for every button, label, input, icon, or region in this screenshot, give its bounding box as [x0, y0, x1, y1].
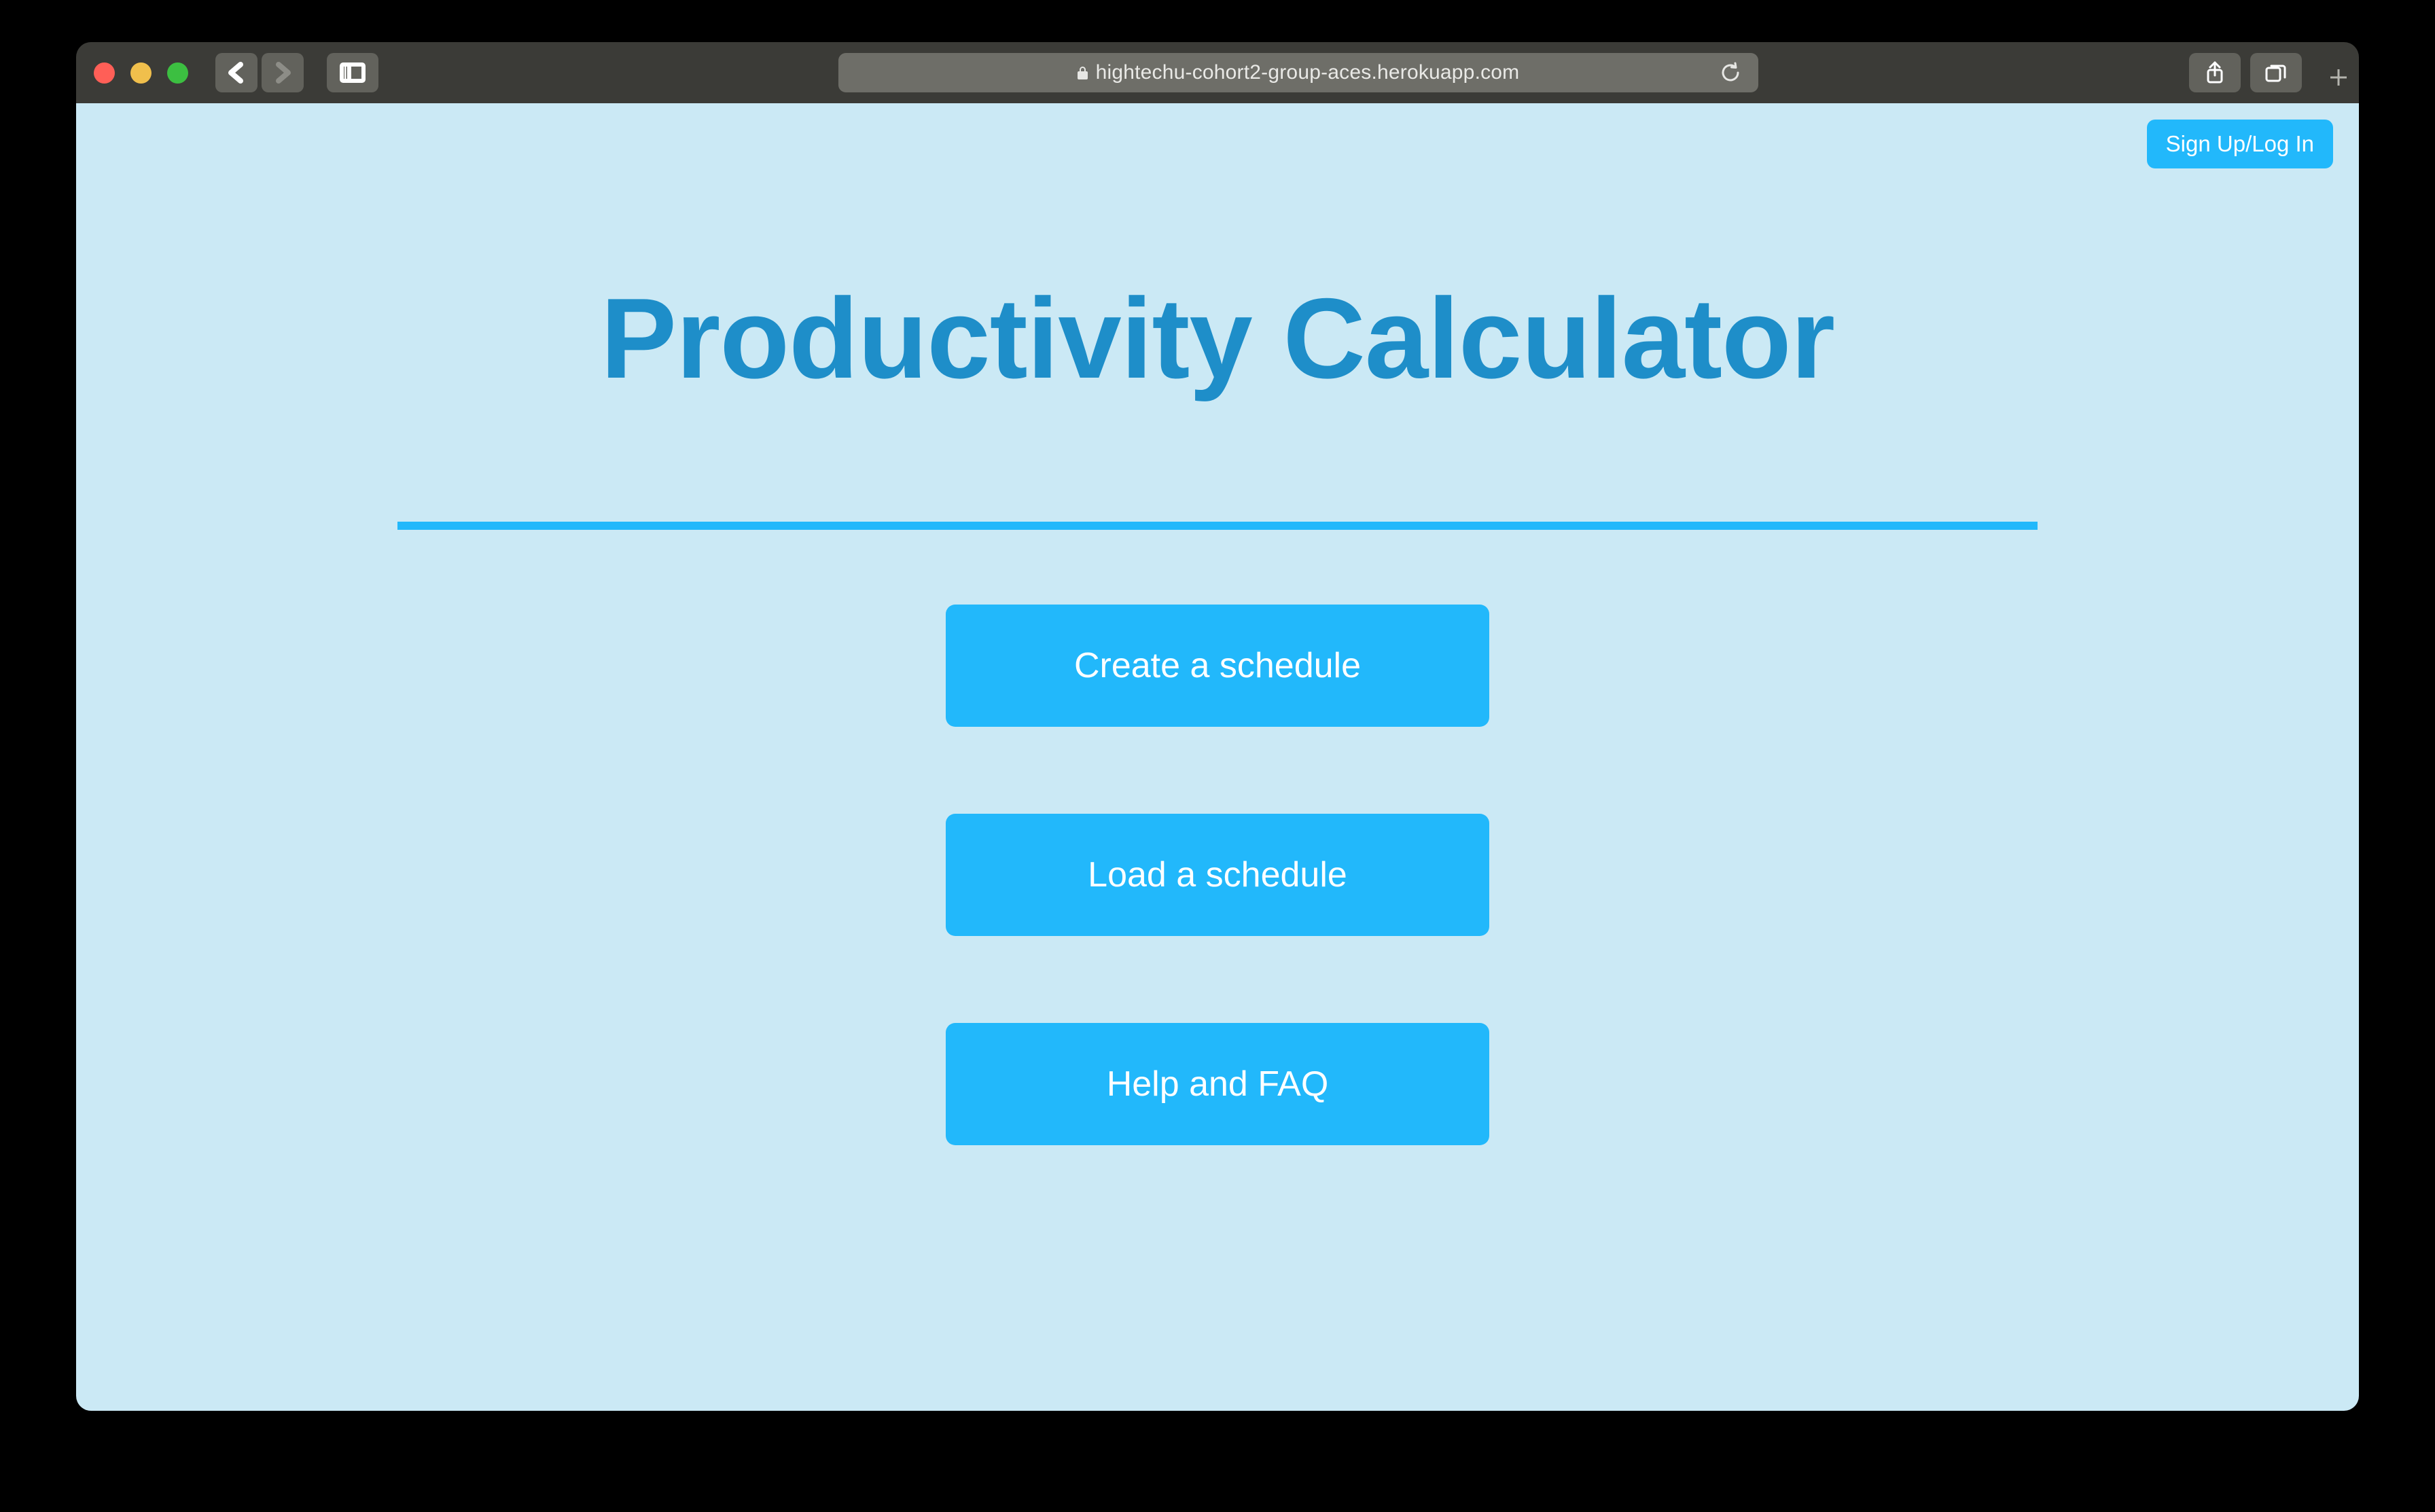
toolbar-right-actions [2189, 53, 2302, 92]
share-icon [2207, 61, 2223, 84]
page-title: Productivity Calculator [600, 274, 1835, 402]
reload-button[interactable] [1720, 62, 1741, 84]
page-content: Sign Up/Log In Productivity Calculator C… [76, 103, 2359, 1411]
load-schedule-button[interactable]: Load a schedule [946, 814, 1489, 936]
forward-button[interactable] [262, 53, 304, 92]
title-divider [397, 522, 2038, 530]
signup-login-button[interactable]: Sign Up/Log In [2146, 120, 2333, 168]
browser-toolbar: hightechu-cohort2-group-aces.herokuapp.c… [76, 42, 2359, 103]
browser-window: hightechu-cohort2-group-aces.herokuapp.c… [76, 42, 2359, 1411]
sidebar-icon [340, 62, 366, 83]
address-bar-url: hightechu-cohort2-group-aces.herokuapp.c… [1095, 61, 1520, 84]
address-bar[interactable]: hightechu-cohort2-group-aces.herokuapp.c… [838, 53, 1758, 92]
address-bar-content: hightechu-cohort2-group-aces.herokuapp.c… [1077, 61, 1520, 84]
create-schedule-button[interactable]: Create a schedule [946, 605, 1489, 727]
tab-overview-button[interactable] [2250, 53, 2302, 92]
window-controls [94, 62, 188, 84]
close-window-button[interactable] [94, 62, 115, 84]
navigation-buttons [215, 53, 304, 92]
reload-icon [1722, 62, 1739, 82]
plus-icon [2330, 69, 2347, 86]
back-button[interactable] [215, 53, 257, 92]
new-tab-button[interactable] [2321, 58, 2356, 96]
chevron-left-icon [228, 62, 243, 84]
lock-icon [1077, 66, 1088, 79]
share-button[interactable] [2189, 53, 2241, 92]
minimize-window-button[interactable] [130, 62, 152, 84]
help-and-faq-button[interactable]: Help and FAQ [946, 1023, 1489, 1145]
chevron-right-icon [276, 62, 291, 84]
maximize-window-button[interactable] [167, 62, 188, 84]
toggle-sidebar-button[interactable] [327, 53, 378, 92]
action-button-group: Create a schedule Load a schedule Help a… [76, 605, 2359, 1145]
tabs-icon [2265, 65, 2286, 82]
